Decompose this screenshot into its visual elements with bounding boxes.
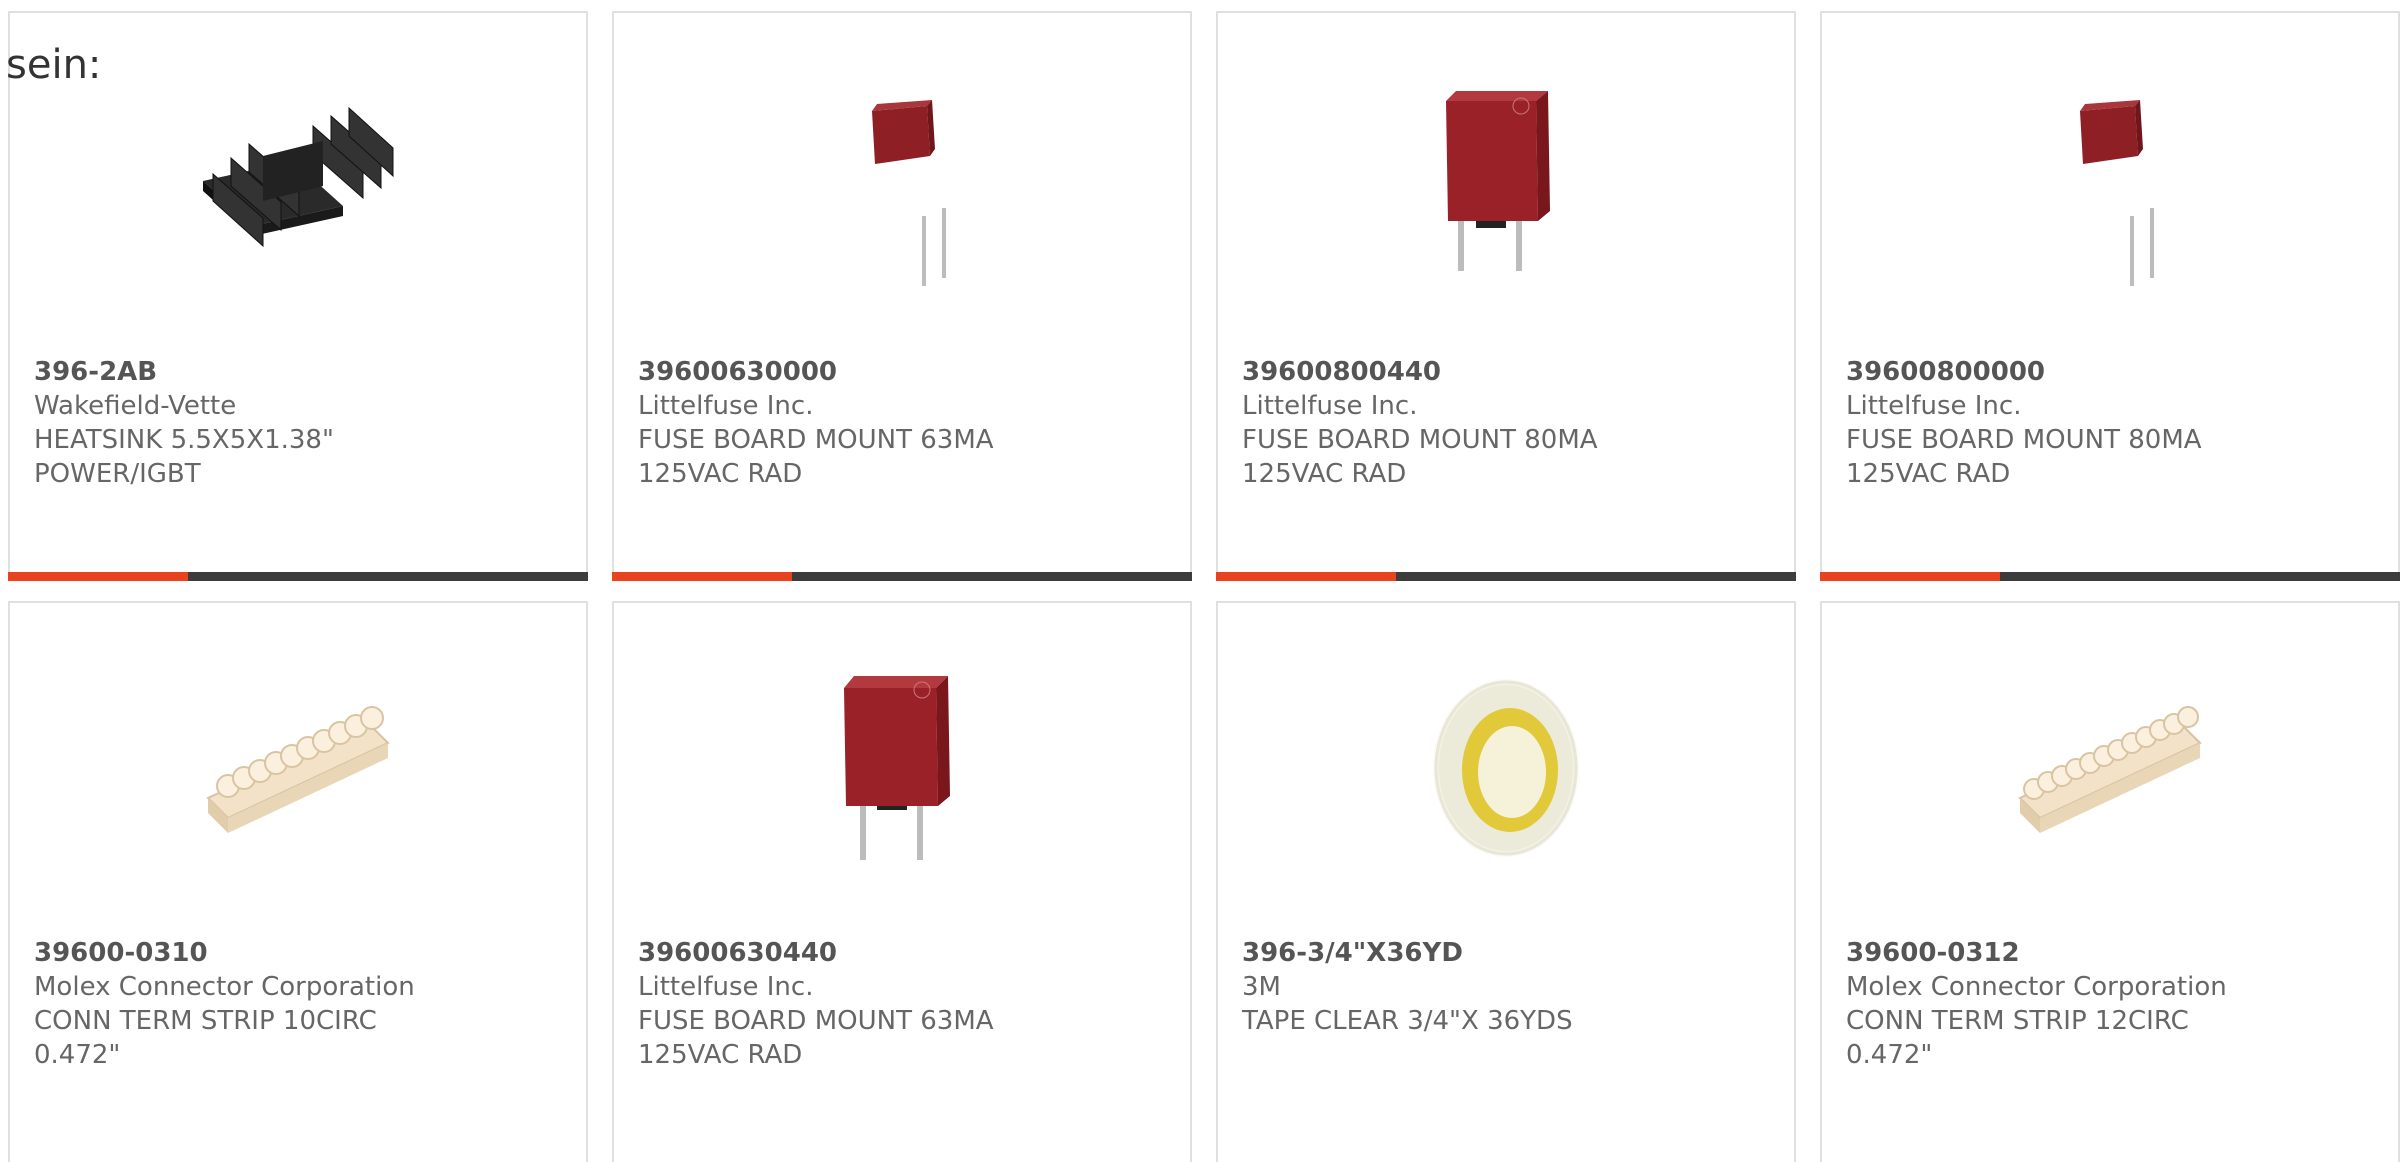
card-accent-bar (612, 572, 1192, 581)
product-grid: 396-2AB Wakefield-Vette HEATSINK 5.5X5X1… (0, 0, 2400, 1162)
product-info: 396-2AB Wakefield-Vette HEATSINK 5.5X5X1… (34, 355, 566, 491)
product-image[interactable] (1218, 81, 1794, 291)
product-card[interactable]: 39600-0310 Molex Connector Corporation C… (8, 601, 588, 1162)
manufacturer: Littelfuse Inc. (638, 391, 814, 421)
product-info: 39600800440 Littelfuse Inc. FUSE BOARD M… (1242, 355, 1774, 491)
card-accent-bar (1820, 572, 2400, 581)
manufacturer: Littelfuse Inc. (638, 972, 814, 1002)
product-info: 39600-0310 Molex Connector Corporation C… (34, 936, 566, 1072)
card-accent-fill (1820, 572, 2000, 581)
product-card[interactable]: 39600-0312 Molex Connector Corporation C… (1820, 601, 2400, 1162)
product-image[interactable] (10, 663, 586, 873)
product-info: 39600-0312 Molex Connector Corporation C… (1846, 936, 2378, 1072)
product-card[interactable]: 39600800440 Littelfuse Inc. FUSE BOARD M… (1216, 11, 1796, 581)
product-image[interactable] (1822, 663, 2398, 873)
fuse-small-image (872, 100, 946, 286)
product-card[interactable]: 39600630000 Littelfuse Inc. FUSE BOARD M… (612, 11, 1192, 581)
terminal-strip-image (2018, 706, 2202, 833)
card-accent-bar (8, 572, 588, 581)
manufacturer: Littelfuse Inc. (1242, 391, 1418, 421)
card-accent-fill (612, 572, 792, 581)
manufacturer: Molex Connector Corporation (1846, 972, 2227, 1002)
card-accent-bar (1216, 572, 1796, 581)
card-accent-fill (1216, 572, 1396, 581)
description: HEATSINK 5.5X5X1.38" POWER/IGBT (34, 425, 334, 489)
part-number[interactable]: 39600-0310 (34, 936, 566, 970)
part-number[interactable]: 39600630440 (638, 936, 1170, 970)
description: CONN TERM STRIP 10CIRC 0.472" (34, 1006, 377, 1070)
product-image[interactable] (614, 663, 1190, 873)
heatsink-image (203, 106, 394, 248)
part-number[interactable]: 396-2AB (34, 355, 566, 389)
product-info: 39600630440 Littelfuse Inc. FUSE BOARD M… (638, 936, 1170, 1072)
terminal-strip-image (206, 706, 390, 833)
description: FUSE BOARD MOUNT 80MA 125VAC RAD (1846, 425, 2202, 489)
manufacturer: 3M (1242, 972, 1281, 1002)
product-image[interactable] (10, 81, 586, 291)
description: FUSE BOARD MOUNT 63MA 125VAC RAD (638, 425, 994, 489)
description: CONN TERM STRIP 12CIRC 0.472" (1846, 1006, 2189, 1070)
product-info: 39600630000 Littelfuse Inc. FUSE BOARD M… (638, 355, 1170, 491)
manufacturer: Littelfuse Inc. (1846, 391, 2022, 421)
product-info: 39600800000 Littelfuse Inc. FUSE BOARD M… (1846, 355, 2378, 491)
part-number[interactable]: 396-3/4"X36YD (1242, 936, 1774, 970)
product-image[interactable] (1218, 663, 1794, 873)
card-accent-fill (8, 572, 188, 581)
prefix-label: sein: (6, 42, 102, 88)
manufacturer: Molex Connector Corporation (34, 972, 415, 1002)
product-image[interactable] (614, 81, 1190, 291)
description: TAPE CLEAR 3/4"X 36YDS (1242, 1006, 1573, 1036)
fuse-large-image (1446, 91, 1550, 271)
part-number[interactable]: 39600630000 (638, 355, 1170, 389)
part-number[interactable]: 39600-0312 (1846, 936, 2378, 970)
description: FUSE BOARD MOUNT 80MA 125VAC RAD (1242, 425, 1598, 489)
tape-roll-image (1433, 679, 1579, 857)
fuse-large-image (844, 676, 950, 860)
product-card[interactable]: 39600800000 Littelfuse Inc. FUSE BOARD M… (1820, 11, 2400, 581)
product-card[interactable]: 396-3/4"X36YD 3M TAPE CLEAR 3/4"X 36YDS (1216, 601, 1796, 1162)
product-card[interactable]: 39600630440 Littelfuse Inc. FUSE BOARD M… (612, 601, 1192, 1162)
product-image[interactable] (1822, 81, 2398, 291)
manufacturer: Wakefield-Vette (34, 391, 237, 421)
fuse-small-image (2080, 100, 2154, 286)
product-info: 396-3/4"X36YD 3M TAPE CLEAR 3/4"X 36YDS (1242, 936, 1774, 1038)
part-number[interactable]: 39600800440 (1242, 355, 1774, 389)
part-number[interactable]: 39600800000 (1846, 355, 2378, 389)
product-card[interactable]: 396-2AB Wakefield-Vette HEATSINK 5.5X5X1… (8, 11, 588, 581)
description: FUSE BOARD MOUNT 63MA 125VAC RAD (638, 1006, 994, 1070)
